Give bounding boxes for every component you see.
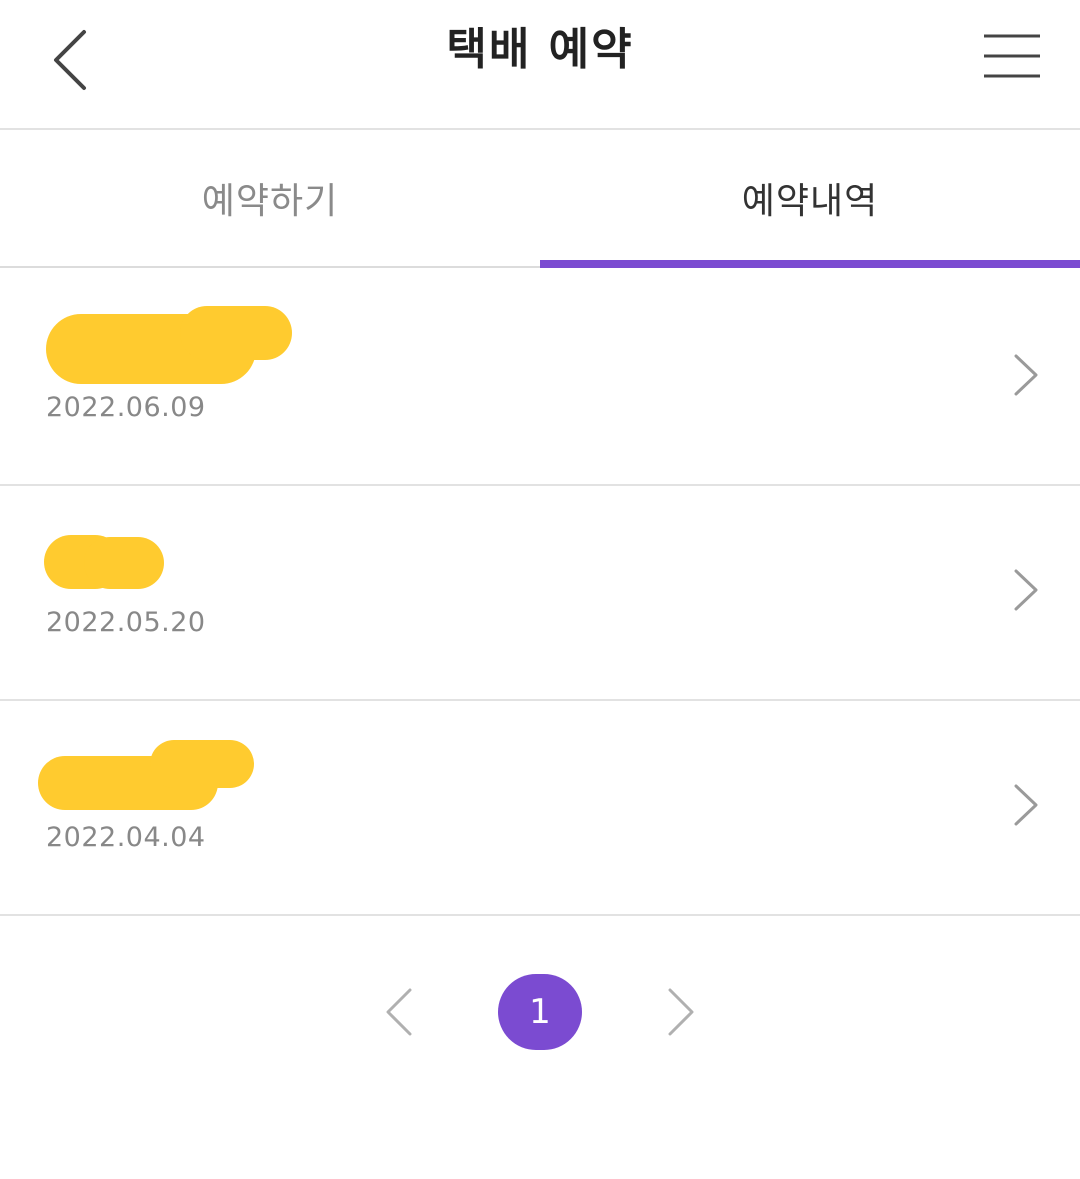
tab-make-reservation[interactable]: 예약하기 [0, 130, 540, 266]
hamburger-menu-icon [984, 34, 1040, 78]
active-tab-indicator [540, 260, 1080, 268]
tab-bar: 예약하기 예약내역 [0, 130, 1080, 268]
chevron-right-icon [1014, 784, 1038, 826]
current-page-button[interactable]: 1 [498, 974, 582, 1050]
tab-reservation-history[interactable]: 예약내역 [540, 130, 1080, 266]
reservation-date: 2022.06.09 [46, 392, 206, 423]
chevron-left-icon [386, 988, 412, 1036]
pagination: 1 [0, 970, 1080, 1054]
chevron-right-icon [668, 988, 694, 1036]
reservation-row[interactable]: 2022.04.04 [0, 700, 1080, 916]
reservation-row[interactable]: 2022.05.20 [0, 485, 1080, 701]
menu-button[interactable] [980, 28, 1044, 84]
previous-page-button[interactable] [380, 984, 420, 1040]
reservation-date: 2022.05.20 [46, 607, 206, 638]
redaction-mark [180, 306, 292, 360]
chevron-right-icon [1014, 569, 1038, 611]
redaction-mark [84, 537, 164, 589]
reservation-row[interactable]: 2022.06.09 [0, 270, 1080, 486]
app-header: 택배 예약 [0, 0, 1080, 130]
next-page-button[interactable] [660, 984, 700, 1040]
redaction-mark [150, 740, 254, 788]
chevron-right-icon [1014, 354, 1038, 396]
reservation-date: 2022.04.04 [46, 822, 206, 853]
page-title: 택배 예약 [446, 24, 634, 75]
